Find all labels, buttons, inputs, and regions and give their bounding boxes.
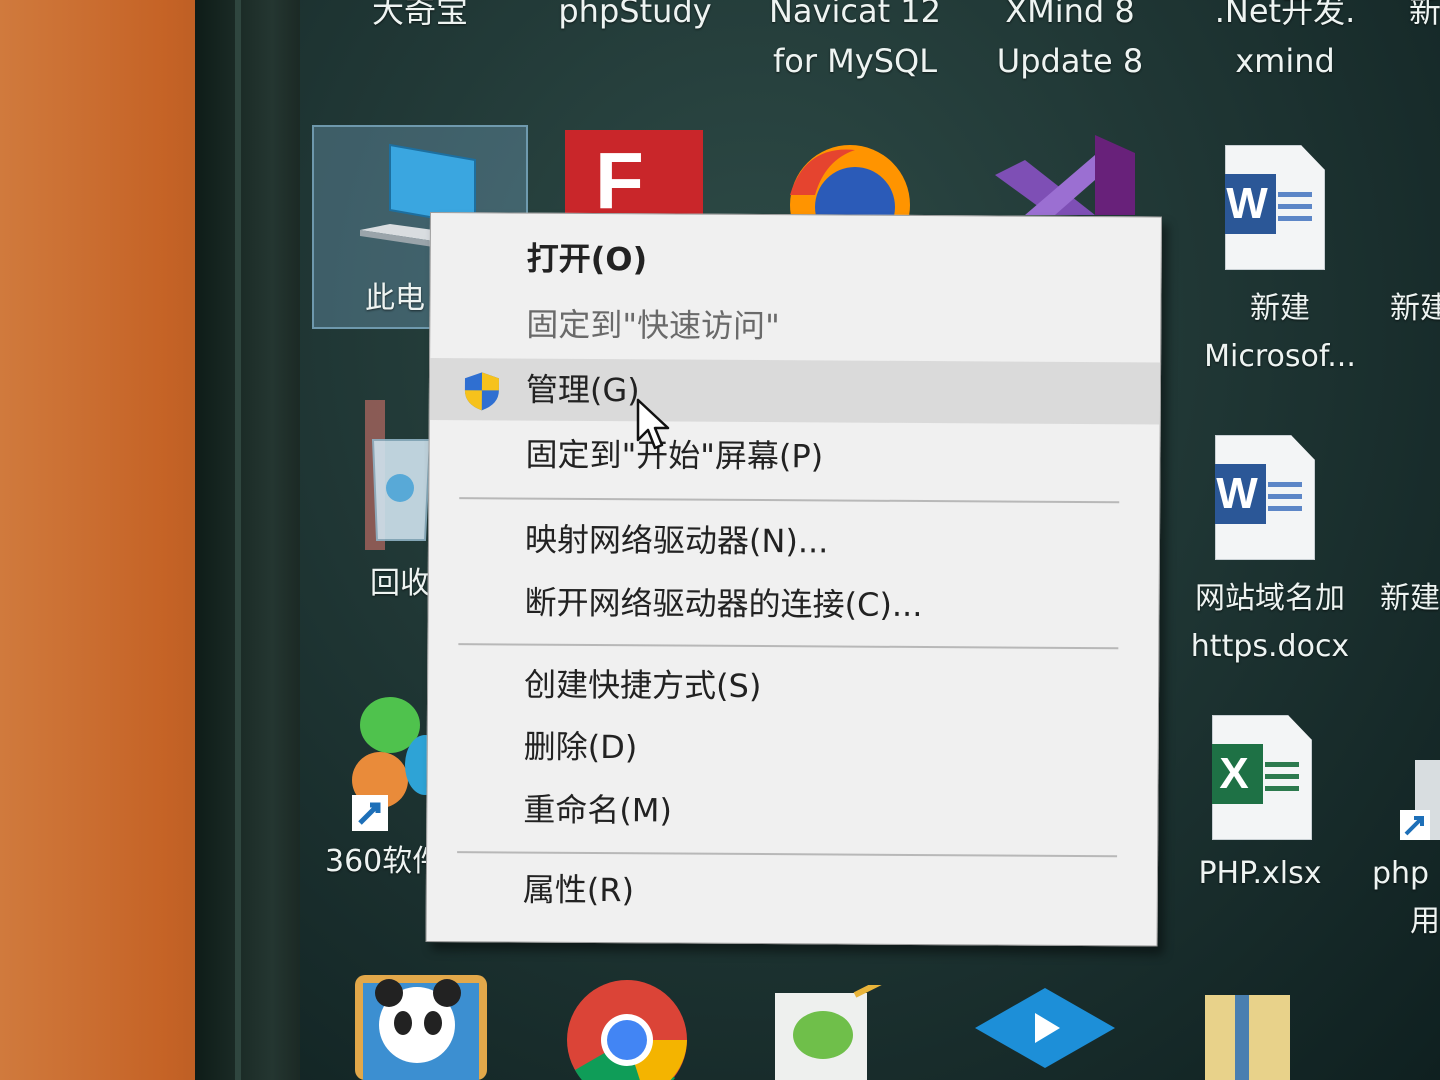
php-shortcut-icon[interactable] [1400, 760, 1440, 840]
label-line: php [1372, 856, 1430, 891]
label-line: Update 8 [996, 42, 1144, 80]
context-menu: 打开(O) 固定到"快速访问" 管理(G) 固定到"开始"屏幕(P) 映射网络驱… [425, 212, 1162, 947]
desktop-icon-label-xmind[interactable]: XMind 8 Update 8 [985, 0, 1155, 82]
label-line: 网站域名加 [1195, 581, 1345, 616]
menu-item-delete[interactable]: 删除(D) [428, 715, 1158, 781]
monitor-bezel [195, 0, 305, 1080]
menu-item-label: 映射网络驱动器(N)... [524, 520, 829, 561]
menu-separator [458, 643, 1119, 650]
word-doc1-partial-label[interactable]: 新建 [1390, 285, 1440, 333]
word-doc2-label[interactable]: 网站域名加 https.docx [1175, 575, 1365, 671]
menu-item-create-shortcut[interactable]: 创建快捷方式(S) [428, 653, 1158, 719]
doc-line-icon [1278, 192, 1312, 197]
doc-line-icon [1268, 506, 1302, 511]
menu-item-properties[interactable]: 属性(R) [427, 858, 1157, 924]
word-tag: W [1215, 464, 1266, 524]
software-360-label[interactable]: 360软件 [325, 838, 435, 886]
excel-doc-icon[interactable]: X [1212, 715, 1312, 840]
menu-item-pin-start[interactable]: 固定到"开始"屏幕(P) [429, 423, 1159, 489]
menu-item-label: 固定到"开始"屏幕(P) [525, 435, 824, 476]
php-partial-label[interactable]: php 用 [1372, 850, 1440, 946]
chrome-icon[interactable] [565, 978, 690, 1080]
doc-line-icon [1265, 774, 1299, 779]
word-doc1-label[interactable]: 新建 Microsof... [1185, 285, 1375, 381]
menu-item-label: 管理(G) [525, 370, 640, 410]
doc-line-icon [1265, 762, 1299, 767]
doc-line-icon [1278, 216, 1312, 221]
filezilla-icon[interactable]: F [565, 130, 705, 215]
menu-item-manage[interactable]: 管理(G) [429, 358, 1161, 425]
desktop-icon-label-dqb[interactable]: 大奇宝 [360, 0, 480, 32]
label-line: .Net开发. [1214, 0, 1356, 30]
desktop-icon-label-phpstudy[interactable]: phpStudy [545, 0, 725, 32]
doc-line-icon [1265, 786, 1299, 791]
label-line: xmind [1235, 42, 1335, 80]
doc-line-icon [1278, 204, 1312, 209]
label-line: Navicat 12 [768, 0, 941, 30]
label-line: 新 [1408, 0, 1440, 30]
label-line: https.docx [1190, 629, 1350, 664]
label-line: XMind 8 [1005, 0, 1135, 30]
excel-tag: X [1212, 744, 1263, 804]
desktop-icon-label-partial[interactable]: 新 [1405, 0, 1440, 32]
doc-line-icon [1268, 494, 1302, 499]
mouse-cursor-icon [636, 398, 670, 450]
label-line: 用 [1410, 904, 1440, 939]
word-tag: W [1225, 174, 1276, 234]
menu-item-label: 重命名(M) [523, 790, 673, 830]
excel-doc-label[interactable]: PHP.xlsx [1180, 850, 1340, 898]
menu-item-label: 创建快捷方式(S) [523, 665, 762, 706]
menu-item-label: 属性(R) [522, 870, 635, 910]
menu-item-disconnect-network-drive[interactable]: 断开网络驱动器的连接(C)... [428, 571, 1158, 637]
recycle-bin-icon[interactable] [355, 400, 435, 550]
doc-line-icon [1268, 482, 1302, 487]
firefox-icon[interactable] [785, 135, 915, 215]
zip-folder-icon[interactable] [1205, 995, 1295, 1080]
label-line: phpStudy [558, 0, 712, 30]
visual-studio-icon[interactable] [995, 135, 1140, 215]
menu-separator [457, 851, 1118, 858]
desktop-icon-label-net-xmind[interactable]: .Net开发. xmind [1205, 0, 1365, 82]
desktop-icon-label-navicat[interactable]: Navicat 12 for MySQL [755, 0, 955, 82]
uac-shield-icon [464, 372, 499, 411]
svg-text:F: F [595, 136, 644, 215]
label-line: Microsof... [1204, 339, 1356, 374]
panda-app-icon[interactable] [355, 975, 490, 1080]
software-360-icon[interactable] [350, 695, 435, 835]
word-doc-icon[interactable]: W [1225, 145, 1325, 270]
menu-item-map-network-drive[interactable]: 映射网络驱动器(N)... [429, 508, 1159, 574]
word-doc-icon[interactable]: W [1215, 435, 1315, 560]
label-line: 大奇宝 [371, 0, 468, 30]
word-doc2-partial-label[interactable]: 新建 [1380, 575, 1440, 623]
menu-item-rename[interactable]: 重命名(M) [427, 778, 1157, 844]
label-line: for MySQL [772, 42, 938, 80]
video-app-icon[interactable] [975, 988, 1115, 1080]
menu-item-label: 删除(D) [523, 727, 638, 767]
menu-item-label: 打开(O) [526, 239, 648, 279]
menu-item-label: 固定到"快速访问" [526, 305, 780, 346]
label-line: 新建 [1250, 291, 1310, 326]
menu-item-open[interactable]: 打开(O) [431, 227, 1161, 293]
menu-item-label: 断开网络驱动器的连接(C)... [524, 583, 923, 625]
menu-item-pin-quick-access[interactable]: 固定到"快速访问" [430, 293, 1160, 359]
menu-separator [459, 497, 1120, 504]
notepad-icon[interactable] [775, 985, 900, 1080]
